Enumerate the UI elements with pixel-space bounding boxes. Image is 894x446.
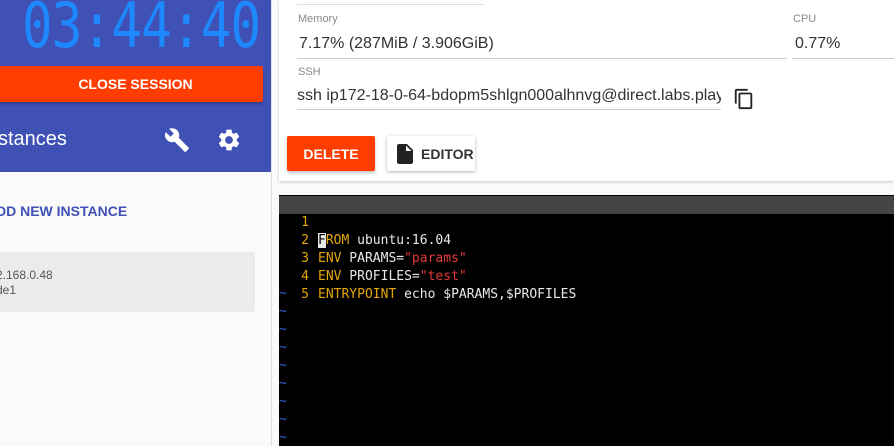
close-session-button[interactable]: CLOSE SESSION	[0, 66, 263, 102]
cpu-value: 0.77%	[795, 35, 841, 52]
keyword: ENTRYPOINT	[318, 287, 397, 302]
empty-line-tilde: ~	[279, 394, 287, 409]
editor-button[interactable]: EDITOR	[387, 136, 475, 171]
instance-details-panel: Memory 7.17% (287MiB / 3.906GiB) CPU 0.7…	[279, 0, 894, 181]
cpu-label: CPU	[793, 13, 817, 25]
empty-line-tilde: ~	[279, 430, 287, 445]
empty-line-tilde: ~	[279, 322, 287, 337]
empty-line-tilde: ~	[279, 376, 287, 391]
cpu-underline	[792, 58, 894, 59]
delete-button[interactable]: DELETE	[287, 136, 375, 171]
memory-label: Memory	[298, 13, 338, 25]
empty-line-tilde: ~	[279, 412, 287, 427]
file-icon	[397, 144, 413, 164]
memory-underline	[297, 58, 787, 59]
terminal[interactable]: 1 FROM ubuntu:16.04 2 ENV PARAMS="params…	[279, 195, 894, 446]
empty-line-tilde: ~	[279, 304, 287, 319]
instance-list-item[interactable]: 2.168.0.48 de1	[0, 252, 255, 312]
ssh-underline	[297, 109, 721, 110]
instance-ip: 2.168.0.48	[0, 268, 53, 282]
code-text: echo $PARAMS,$PROFILES	[396, 287, 577, 302]
line-content: ENTRYPOINT echo $PARAMS,$PROFILES	[318, 286, 576, 304]
session-timer: 03:44:40	[22, 0, 261, 62]
divider	[297, 4, 483, 5]
editor-button-label: EDITOR	[421, 146, 474, 162]
empty-line-tilde: ~	[279, 340, 287, 355]
sidebar: 03:44:40 CLOSE SESSION stances DD NEW IN…	[0, 0, 272, 446]
terminal-line: 5	[279, 268, 894, 302]
empty-line-tilde: ~	[279, 286, 287, 301]
memory-value: 7.17% (287MiB / 3.906GiB)	[299, 35, 494, 52]
instances-title: stances	[0, 128, 67, 150]
ssh-command-field[interactable]: ssh ip172-18-0-64-bdopm5shlgn000alhnvg@d…	[297, 87, 721, 105]
settings-gear-icon[interactable]	[216, 127, 242, 153]
ssh-label: SSH	[298, 66, 321, 78]
sidebar-header: 03:44:40 CLOSE SESSION stances	[0, 0, 271, 172]
empty-line-tilde: ~	[279, 358, 287, 373]
add-new-instance-link[interactable]: DD NEW INSTANCE	[0, 203, 127, 219]
terminal-line: 3 ENV PROFILES="test"	[279, 232, 894, 284]
copy-icon[interactable]	[733, 87, 755, 111]
terminal-line: 4 ENTRYPOINT echo $PARAMS,$PROFILES	[279, 250, 894, 302]
terminal-line: 1 FROM ubuntu:16.04	[279, 196, 894, 248]
terminal-line: 2 ENV PARAMS="params"	[279, 214, 894, 266]
instance-name: de1	[0, 283, 17, 297]
wrench-icon[interactable]	[164, 127, 190, 153]
